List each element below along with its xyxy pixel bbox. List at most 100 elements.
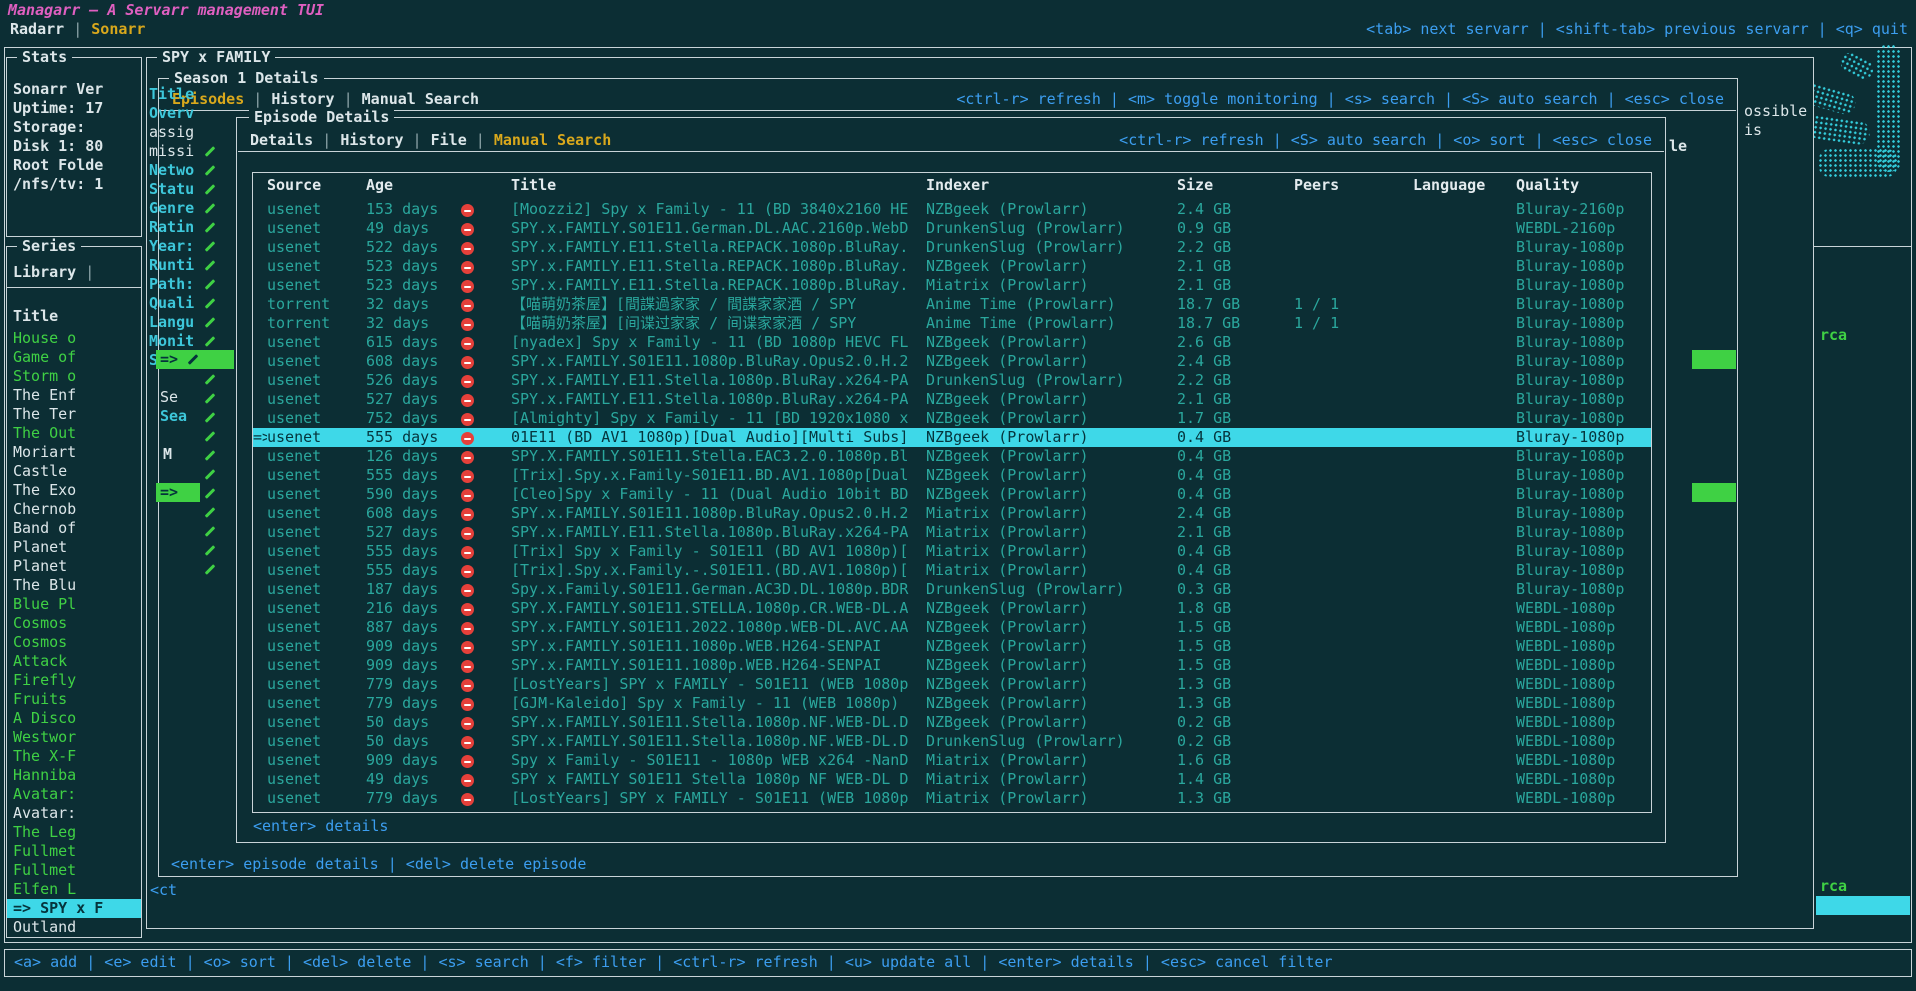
release-row[interactable]: usenet909 daysSpy x Family - S01E11 - 10… bbox=[253, 751, 1651, 770]
release-row[interactable]: usenet526 daysSPY.x.FAMILY.E11.Stella.10… bbox=[253, 371, 1651, 390]
series-list-item[interactable]: Cosmos bbox=[7, 633, 141, 652]
series-list-item[interactable]: The X-F bbox=[7, 747, 141, 766]
series-list-item[interactable]: Band of bbox=[7, 519, 141, 538]
series-list-item[interactable]: Elfen L bbox=[7, 880, 141, 899]
release-row[interactable]: usenet615 days[nyadex] Spy x Family - 11… bbox=[253, 333, 1651, 352]
release-row[interactable]: usenet527 daysSPY.x.FAMILY.E11.Stella.10… bbox=[253, 390, 1651, 409]
release-row[interactable]: usenet608 daysSPY.x.FAMILY.S01E11.1080p.… bbox=[253, 504, 1651, 523]
series-list-item[interactable]: The Blu bbox=[7, 576, 141, 595]
series-list-item[interactable]: Avatar: bbox=[7, 785, 141, 804]
release-row[interactable]: usenet216 daysSPY.X.FAMILY.S01E11.STELLA… bbox=[253, 599, 1651, 618]
tab-sonarr[interactable]: Sonarr bbox=[91, 20, 145, 38]
tab-details[interactable]: Details bbox=[250, 131, 313, 149]
series-list-item[interactable]: Cosmos bbox=[7, 614, 141, 633]
series-list-item[interactable]: The Leg bbox=[7, 823, 141, 842]
rejected-icon bbox=[461, 242, 474, 255]
series-list-item[interactable]: Planet bbox=[7, 557, 141, 576]
series-list-item[interactable]: Game of bbox=[7, 348, 141, 367]
series-list-item[interactable]: => SPY x F bbox=[7, 899, 141, 918]
release-row[interactable]: usenet49 daysSPY x FAMILY S01E11 Stella … bbox=[253, 770, 1651, 789]
series-column-header[interactable]: Title bbox=[13, 307, 58, 326]
release-peers bbox=[1294, 637, 1413, 656]
release-row[interactable]: usenet555 days[Trix] Spy x Family - S01E… bbox=[253, 542, 1651, 561]
release-row[interactable]: torrent32 days【喵萌奶茶屋】[间谍过家家 / 间谍家家酒 / SP… bbox=[253, 314, 1651, 333]
tab-history[interactable]: History bbox=[340, 131, 403, 149]
release-reject-cell bbox=[459, 504, 511, 523]
release-row[interactable]: usenet555 days[Trix].Spy.x.Family-S01E11… bbox=[253, 466, 1651, 485]
release-language bbox=[1413, 504, 1516, 523]
series-list-item[interactable]: Chernob bbox=[7, 500, 141, 519]
release-row[interactable]: usenet153 days[Moozzi2] Spy x Family - 1… bbox=[253, 200, 1651, 219]
release-row[interactable]: usenet779 days[GJM-Kaleido] Spy x Family… bbox=[253, 694, 1651, 713]
column-header-source[interactable]: Source bbox=[267, 176, 366, 195]
release-row[interactable]: usenet779 days[LostYears] SPY x FAMILY -… bbox=[253, 675, 1651, 694]
series-list-item[interactable]: Hanniba bbox=[7, 766, 141, 785]
release-age: 779 days bbox=[366, 675, 459, 694]
series-list-item[interactable]: Fruits bbox=[7, 690, 141, 709]
release-row[interactable]: usenet49 daysSPY.x.FAMILY.S01E11.German.… bbox=[253, 219, 1651, 238]
column-header-size[interactable]: Size bbox=[1177, 176, 1294, 195]
column-header-rejected[interactable] bbox=[459, 176, 511, 195]
series-list-item[interactable]: Attack bbox=[7, 652, 141, 671]
release-row[interactable]: usenet522 daysSPY.x.FAMILY.E11.Stella.RE… bbox=[253, 238, 1651, 257]
release-indexer: Anime Time (Prowlarr) bbox=[926, 314, 1177, 333]
release-size: 2.1 GB bbox=[1177, 257, 1294, 276]
release-peers bbox=[1294, 504, 1413, 523]
series-list-item[interactable]: Avatar: bbox=[7, 804, 141, 823]
series-list-item[interactable]: Blue Pl bbox=[7, 595, 141, 614]
column-header-peers[interactable]: Peers bbox=[1294, 176, 1413, 195]
tab-library[interactable]: Library bbox=[13, 263, 76, 281]
series-list-item[interactable]: Storm o bbox=[7, 367, 141, 386]
release-row[interactable]: usenet779 days[LostYears] SPY x FAMILY -… bbox=[253, 789, 1651, 808]
release-row[interactable]: usenet887 daysSPY.x.FAMILY.S01E11.2022.1… bbox=[253, 618, 1651, 637]
series-list-item[interactable]: The Enf bbox=[7, 386, 141, 405]
column-header-language[interactable]: Language bbox=[1413, 176, 1516, 195]
series-list-item[interactable]: Outland bbox=[7, 918, 141, 937]
series-list-item[interactable]: Fullmet bbox=[7, 861, 141, 880]
series-list-item[interactable]: Fullmet bbox=[7, 842, 141, 861]
release-row[interactable]: torrent32 days【喵萌奶茶屋】[間諜過家家 / 間諜家家酒 / SP… bbox=[253, 295, 1651, 314]
release-row[interactable]: usenet523 daysSPY.x.FAMILY.E11.Stella.RE… bbox=[253, 276, 1651, 295]
series-detail-label: Path: bbox=[149, 275, 194, 294]
series-detail-label: Title bbox=[149, 85, 194, 104]
release-row[interactable]: usenet608 daysSPY.x.FAMILY.S01E11.1080p.… bbox=[253, 352, 1651, 371]
release-row[interactable]: usenet523 daysSPY.x.FAMILY.E11.Stella.RE… bbox=[253, 257, 1651, 276]
release-row[interactable]: usenet752 days[Almighty] Spy x Family - … bbox=[253, 409, 1651, 428]
top-keybinds: <tab> next servarr | <shift-tab> previou… bbox=[1366, 20, 1908, 39]
series-list-item[interactable]: Firefly bbox=[7, 671, 141, 690]
series-list-item[interactable]: Moriart bbox=[7, 443, 141, 462]
column-header-title[interactable]: Title bbox=[511, 176, 926, 195]
release-indexer: Miatrix (Prowlarr) bbox=[926, 504, 1177, 523]
series-list-item[interactable]: The Ter bbox=[7, 405, 141, 424]
release-row[interactable]: usenet555 days[Trix].Spy.x.Family.-.S01E… bbox=[253, 561, 1651, 580]
release-row[interactable]: usenet50 daysSPY.x.FAMILY.S01E11.Stella.… bbox=[253, 732, 1651, 751]
tab-manual-search[interactable]: Manual Search bbox=[494, 131, 611, 149]
tab-file[interactable]: File bbox=[431, 131, 467, 149]
column-header-quality[interactable]: Quality bbox=[1516, 176, 1651, 195]
release-row[interactable]: usenet590 days[Cleo]Spy x Family - 11 (D… bbox=[253, 485, 1651, 504]
series-list-item[interactable]: Planet bbox=[7, 538, 141, 557]
monitored-pencil-icon bbox=[204, 180, 216, 199]
monitored-pencil-icon bbox=[204, 484, 216, 503]
column-header-age[interactable]: Age bbox=[366, 176, 459, 195]
release-title: SPY.x.FAMILY.E11.Stella.1080p.BluRay.x26… bbox=[511, 523, 926, 542]
release-row[interactable]: usenet909 daysSPY.x.FAMILY.S01E11.1080p.… bbox=[253, 637, 1651, 656]
release-row[interactable]: usenet187 daysSpy.x.Family.S01E11.German… bbox=[253, 580, 1651, 599]
row-marker bbox=[253, 770, 267, 789]
release-row[interactable]: usenet527 daysSPY.x.FAMILY.E11.Stella.10… bbox=[253, 523, 1651, 542]
series-list-item[interactable]: The Exo bbox=[7, 481, 141, 500]
release-row[interactable]: =>usenet555 days01E11 (BD AV1 1080p)[Dua… bbox=[253, 428, 1651, 447]
series-list-item[interactable]: The Out bbox=[7, 424, 141, 443]
series-list-item[interactable]: Westwor bbox=[7, 728, 141, 747]
release-row[interactable]: usenet50 daysSPY.x.FAMILY.S01E11.Stella.… bbox=[253, 713, 1651, 732]
column-header-indexer[interactable]: Indexer bbox=[926, 176, 1177, 195]
series-list-item[interactable]: House o bbox=[7, 329, 141, 348]
series-list-item[interactable]: Castle bbox=[7, 462, 141, 481]
tab-manual-search[interactable]: Manual Search bbox=[362, 90, 479, 108]
release-source: usenet bbox=[267, 713, 366, 732]
release-row[interactable]: usenet909 daysSPY.x.FAMILY.S01E11.1080p.… bbox=[253, 656, 1651, 675]
series-list-item[interactable]: A Disco bbox=[7, 709, 141, 728]
tab-history[interactable]: History bbox=[271, 90, 334, 108]
release-row[interactable]: usenet126 daysSPY.X.FAMILY.S01E11.Stella… bbox=[253, 447, 1651, 466]
tab-radarr[interactable]: Radarr bbox=[10, 20, 64, 38]
